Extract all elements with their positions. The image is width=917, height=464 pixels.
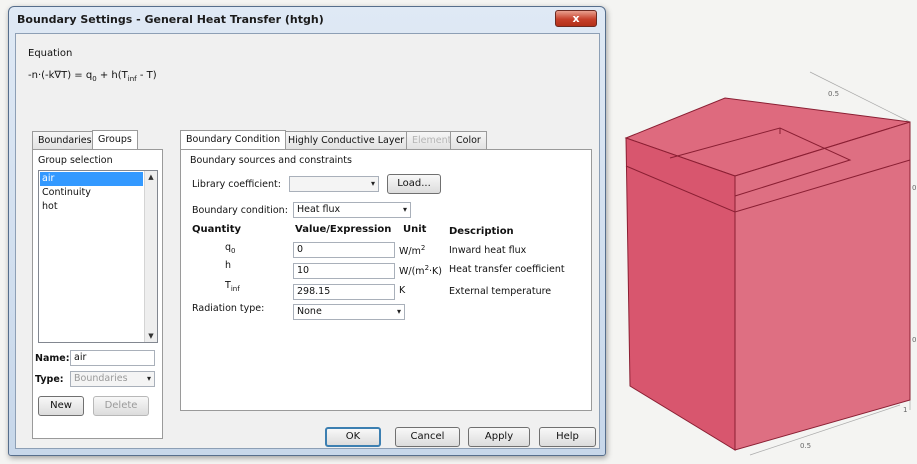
boundary-settings-dialog: Boundary Settings - General Heat Transfe… bbox=[8, 6, 606, 456]
q0-description: Inward heat flux bbox=[449, 245, 527, 256]
group-list-scrollbar[interactable]: ▲ ▼ bbox=[144, 171, 157, 342]
unit-header: Unit bbox=[403, 224, 427, 235]
group-selection-label: Group selection bbox=[38, 155, 113, 166]
name-label: Name: bbox=[35, 353, 70, 364]
boundary-condition-select[interactable]: Heat flux ▾ bbox=[293, 202, 411, 218]
boundary-condition-value: Heat flux bbox=[297, 204, 341, 215]
library-coefficient-label: Library coefficient: bbox=[192, 179, 281, 190]
equation-sub-inf: inf bbox=[127, 75, 137, 83]
ok-button[interactable]: OK bbox=[325, 427, 381, 447]
tick-axis-b: 0 bbox=[912, 336, 916, 344]
q0-unit-sup: 2 bbox=[420, 244, 426, 252]
tab-color[interactable]: Color bbox=[450, 131, 487, 149]
chevron-down-icon: ▾ bbox=[370, 179, 375, 188]
quantity-q0-sub: 0 bbox=[231, 246, 236, 255]
group-type-value: Boundaries bbox=[74, 373, 128, 384]
chevron-down-icon: ▾ bbox=[402, 205, 407, 214]
scroll-down-icon[interactable]: ▼ bbox=[145, 330, 157, 342]
boundary-sources-label: Boundary sources and constraints bbox=[190, 155, 352, 166]
quantity-header: Quantity bbox=[192, 224, 241, 235]
cube-left-face bbox=[625, 137, 736, 451]
tick-axis-a: 0 bbox=[912, 184, 916, 192]
tab-highly-conductive-layer[interactable]: Highly Conductive Layer bbox=[282, 131, 411, 149]
q0-value-field[interactable]: 0 bbox=[293, 242, 395, 258]
scroll-up-icon[interactable]: ▲ bbox=[145, 171, 157, 183]
list-item[interactable]: hot bbox=[40, 200, 143, 214]
value-header: Value/Expression bbox=[295, 224, 392, 235]
tinf-value-field[interactable]: 298.15 bbox=[293, 284, 395, 300]
quantity-h: h bbox=[225, 260, 231, 273]
title-bar[interactable]: Boundary Settings - General Heat Transfe… bbox=[9, 7, 605, 31]
cancel-button[interactable]: Cancel bbox=[395, 427, 460, 447]
new-group-button[interactable]: New bbox=[38, 396, 84, 416]
h-unit-main: W/(m bbox=[399, 266, 425, 278]
tab-groups[interactable]: Groups bbox=[92, 130, 138, 149]
cube-view: 0.5 0.5 1 0 0 bbox=[624, 71, 916, 456]
quantity-h-main: h bbox=[225, 260, 232, 271]
boundary-condition-label: Boundary condition: bbox=[192, 205, 288, 216]
groups-panel: Group selection air Continuity hot ▲ ▼ N… bbox=[32, 149, 163, 439]
tab-boundaries[interactable]: Boundaries bbox=[32, 131, 98, 149]
quantity-q0: q0 bbox=[225, 242, 236, 255]
tinf-unit: K bbox=[399, 283, 405, 296]
h-description: Heat transfer coefficient bbox=[449, 264, 565, 275]
h-value-field[interactable]: 10 bbox=[293, 263, 395, 279]
radiation-type-value: None bbox=[297, 306, 322, 317]
quantity-tinf-sub: inf bbox=[230, 284, 240, 293]
q0-unit-main: W/m bbox=[399, 246, 421, 258]
close-button[interactable]: x bbox=[555, 10, 597, 27]
cube-right-face bbox=[734, 121, 911, 451]
tinf-unit-main: K bbox=[399, 285, 406, 297]
quantity-tinf: Tinf bbox=[225, 280, 240, 293]
library-coefficient-select[interactable]: ▾ bbox=[289, 176, 379, 192]
chevron-down-icon: ▾ bbox=[396, 307, 401, 316]
equation-formula: -n·(-k∇T) = q0 + h(Tinf - T) bbox=[28, 70, 157, 83]
group-name-field[interactable]: air bbox=[70, 350, 155, 366]
delete-group-button[interactable]: Delete bbox=[93, 396, 149, 416]
equation-lhs: -n·(-k∇T) = q bbox=[28, 70, 93, 81]
chevron-down-icon: ▾ bbox=[146, 374, 151, 383]
h-unit-end: ·K) bbox=[429, 266, 442, 278]
tick-corner: 1 bbox=[903, 406, 907, 414]
tick-top: 0.5 bbox=[828, 90, 839, 98]
geometry-plot[interactable]: 0.5 0.5 1 0 0 bbox=[610, 0, 917, 461]
description-header: Description bbox=[449, 226, 514, 237]
tab-boundary-condition[interactable]: Boundary Condition bbox=[180, 130, 287, 149]
group-type-select[interactable]: Boundaries ▾ bbox=[70, 371, 155, 387]
list-item[interactable]: air bbox=[40, 172, 143, 186]
group-list[interactable]: air Continuity hot ▲ ▼ bbox=[38, 170, 158, 343]
tick-bottom: 0.5 bbox=[800, 442, 811, 450]
equation-label: Equation bbox=[28, 48, 73, 59]
q0-unit: W/m2 bbox=[399, 244, 425, 257]
equation-end: - T) bbox=[136, 70, 157, 81]
h-unit: W/(m2·K) bbox=[399, 264, 442, 277]
list-item[interactable]: Continuity bbox=[40, 186, 143, 200]
boundary-condition-panel: Boundary sources and constraints Library… bbox=[180, 149, 592, 411]
load-button[interactable]: Load... bbox=[387, 174, 441, 194]
radiation-type-label: Radiation type: bbox=[192, 303, 265, 314]
apply-button[interactable]: Apply bbox=[468, 427, 530, 447]
window-title: Boundary Settings - General Heat Transfe… bbox=[17, 13, 324, 26]
help-button[interactable]: Help bbox=[539, 427, 596, 447]
dialog-client-area: Equation -n·(-k∇T) = q0 + h(Tinf - T) Bo… bbox=[15, 33, 600, 449]
type-label: Type: bbox=[35, 374, 64, 385]
radiation-type-select[interactable]: None ▾ bbox=[293, 304, 405, 320]
tinf-description: External temperature bbox=[449, 286, 552, 297]
equation-mid: + h(T bbox=[96, 70, 128, 81]
